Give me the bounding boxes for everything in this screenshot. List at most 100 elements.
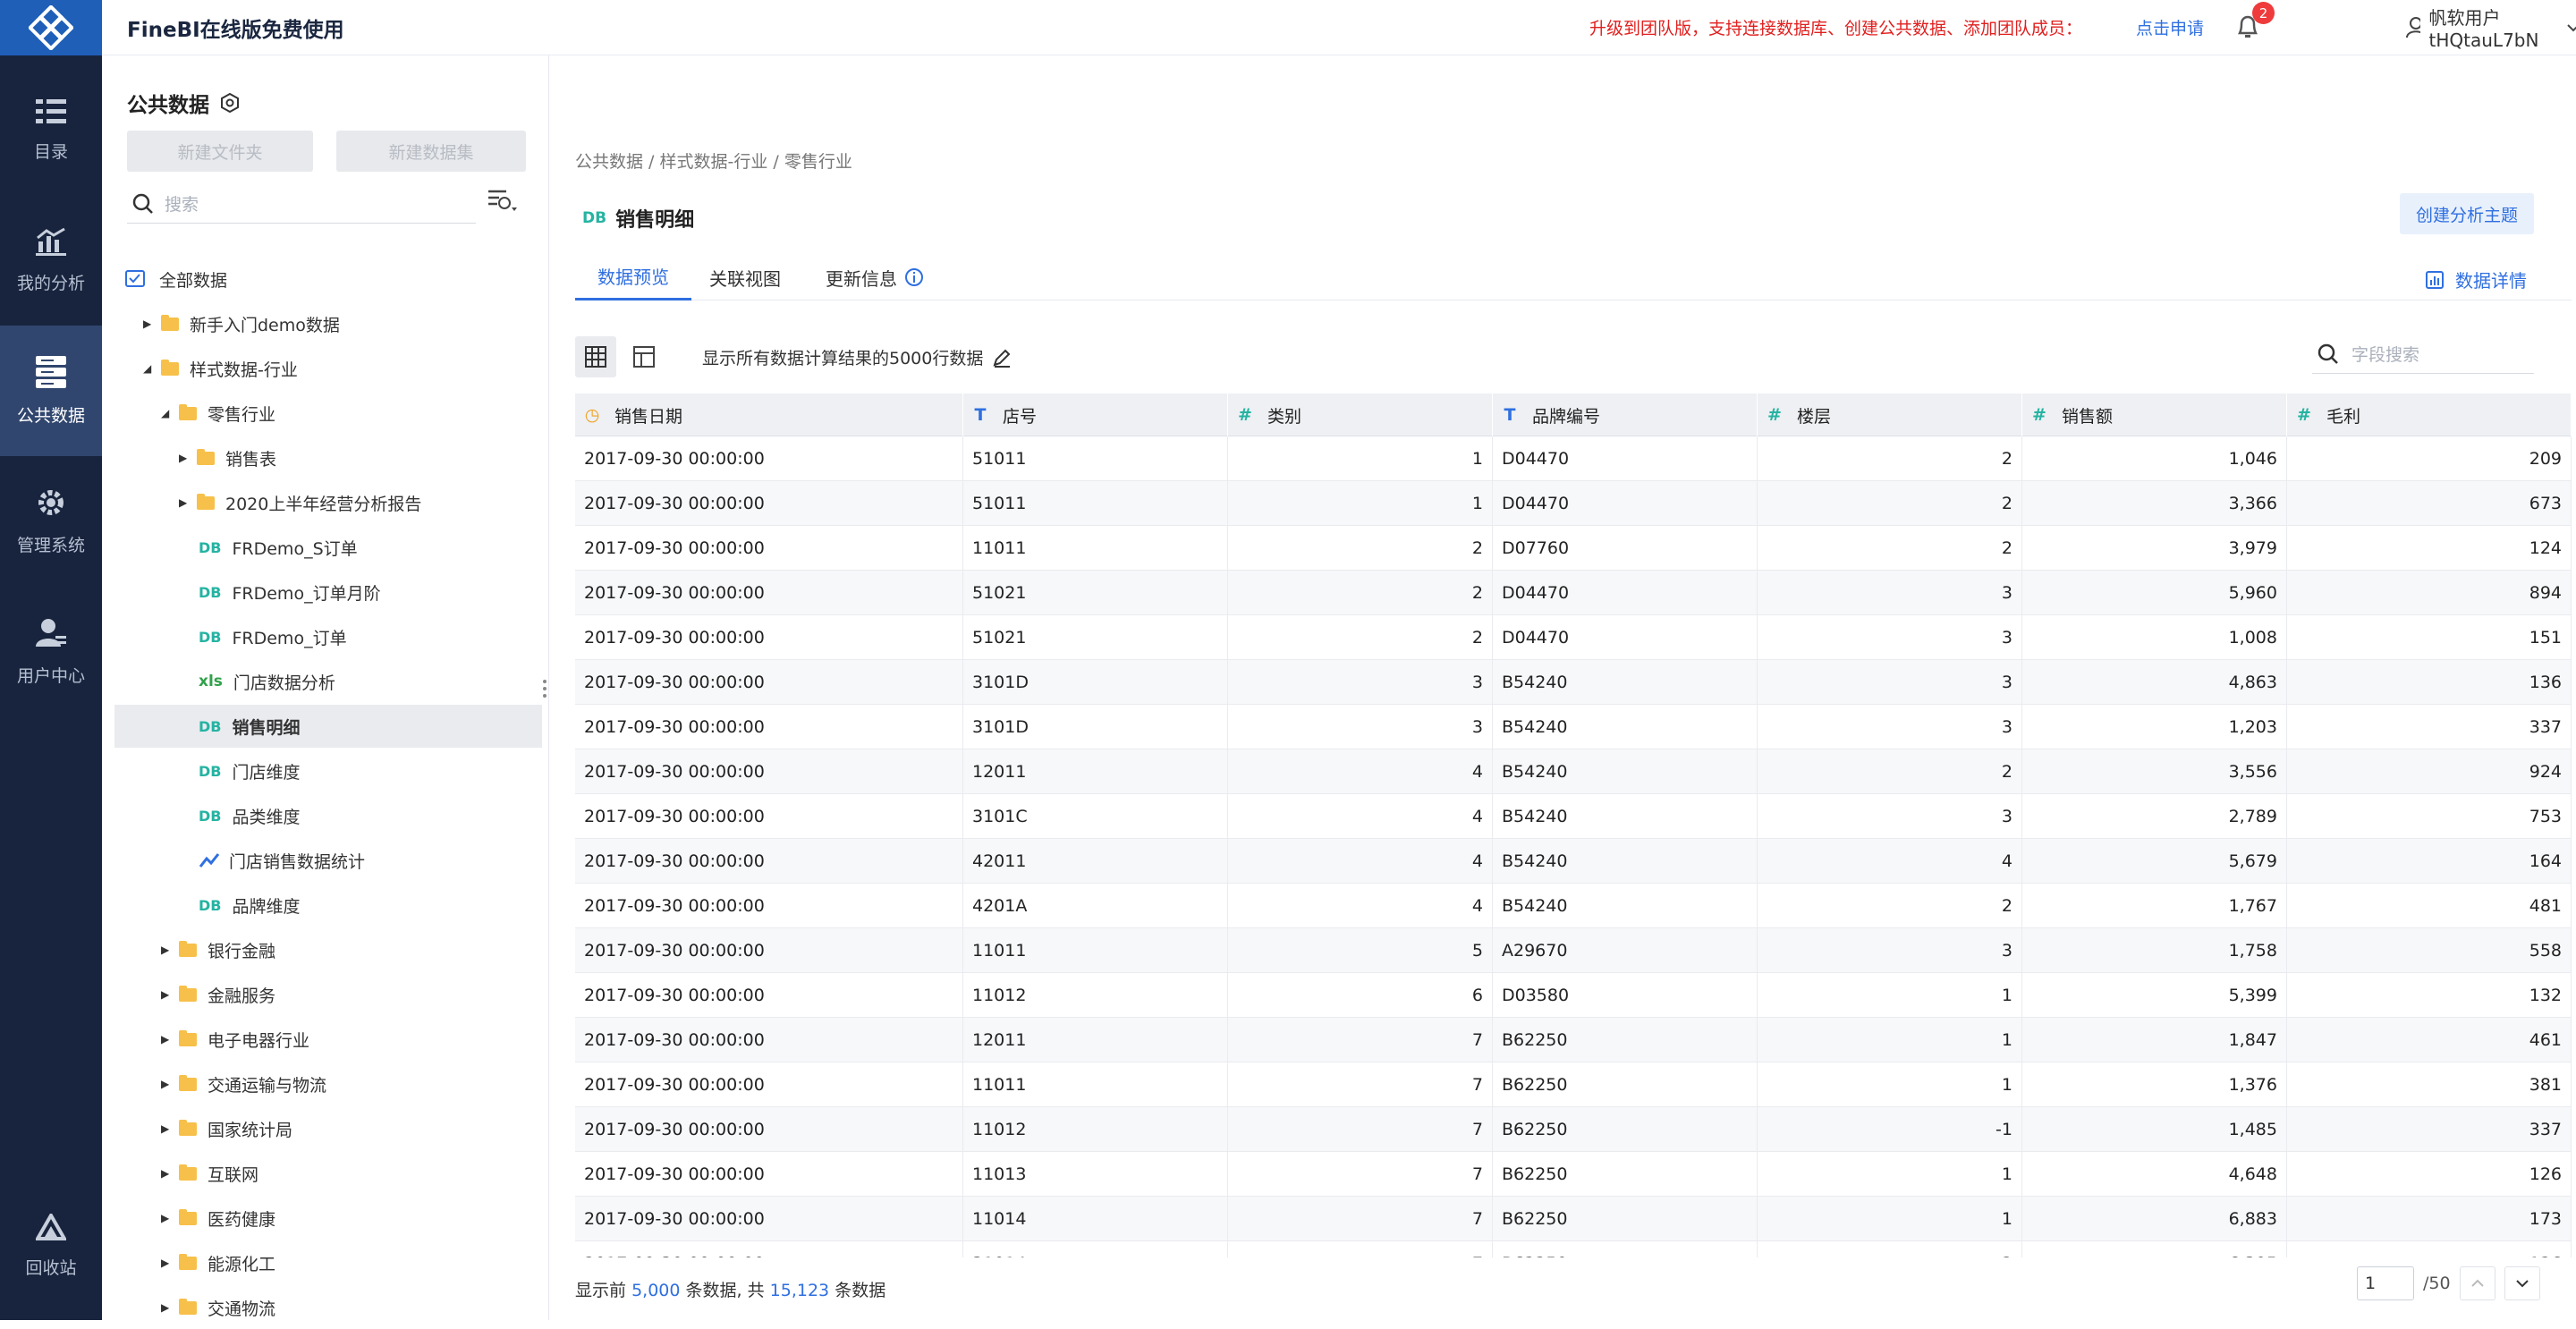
- nav-my-analysis[interactable]: 我的分析: [0, 195, 102, 326]
- table-row[interactable]: 2017-09-30 00:00:00 11011 5 A29670 3 1,758 558: [575, 928, 2572, 973]
- table-row[interactable]: 2017-09-30 00:00:00310147B6225026,395126: [575, 1241, 2572, 1257]
- table-row[interactable]: 2017-09-30 00:00:00 51021 2 D04470 3 5,960 894: [575, 571, 2572, 615]
- table-cell: 2017-09-30 00:00:00: [575, 1018, 963, 1062]
- field-view-button[interactable]: [623, 336, 665, 377]
- table-row[interactable]: 2017-09-30 00:00:00 51011 1 D04470 2 1,046 209: [575, 436, 2572, 481]
- apply-link[interactable]: 点击申请: [2136, 15, 2204, 39]
- tree-item-folder[interactable]: ▶ 电子电器行业: [161, 1018, 309, 1061]
- breadcrumb[interactable]: 公共数据 / 样式数据-行业 / 零售行业: [575, 148, 852, 173]
- tree-item-dataset[interactable]: xls 门店数据分析: [199, 660, 335, 703]
- tab-relation-view[interactable]: 关联视图: [709, 254, 781, 301]
- table-row[interactable]: 2017-09-30 00:00:00 11011 2 D07760 2 3,979 124: [575, 526, 2572, 571]
- line-chart-icon: [199, 853, 220, 868]
- tree-item-folder[interactable]: ▶ 互联网: [161, 1152, 258, 1195]
- tree-item-dataset[interactable]: DB 门店维度: [199, 749, 301, 792]
- tree-item-folder[interactable]: ▶ 国家统计局: [161, 1107, 292, 1150]
- table-cell: 7: [1228, 1062, 1493, 1107]
- tab-update-info[interactable]: 更新信息: [826, 254, 924, 301]
- table-cell: B54240: [1493, 839, 1758, 884]
- prev-page-button[interactable]: [2459, 1266, 2496, 1300]
- table-cell: D04470: [1493, 436, 1758, 481]
- column-header[interactable]: # 类别: [1228, 394, 1493, 436]
- table-row[interactable]: 2017-09-30 00:00:00 51011 1 D04470 2 3,366 673: [575, 481, 2572, 526]
- table-row[interactable]: 2017-09-30 00:00:00 12011 4 B54240 2 3,556 924: [575, 749, 2572, 794]
- column-header[interactable]: ◷ 销售日期: [575, 394, 963, 436]
- new-folder-button[interactable]: 新建文件夹: [127, 131, 313, 172]
- tree-item-folder[interactable]: ▶ 新手入门demo数据: [143, 302, 340, 345]
- table-row[interactable]: 2017-09-30 00:00:00 11011 7 B62250 1 1,376 381: [575, 1062, 2572, 1107]
- nav-catalog[interactable]: 目录: [0, 64, 102, 195]
- settings-icon[interactable]: [220, 93, 240, 113]
- field-search-input[interactable]: 字段搜索: [2312, 334, 2534, 374]
- tree-item-folder[interactable]: ▶ 医药健康: [161, 1197, 275, 1240]
- logo[interactable]: [0, 0, 102, 55]
- tree-item-folder[interactable]: ▶ 能源化工: [161, 1241, 275, 1284]
- tree-item-dataset[interactable]: DB 品牌维度: [199, 884, 301, 927]
- edit-icon[interactable]: [992, 348, 1012, 368]
- table-cell: 3: [1758, 928, 2022, 973]
- table-row[interactable]: 2017-09-30 00:00:00 11012 7 B62250 -1 1,485 33…: [575, 1107, 2572, 1152]
- tree-item-folder[interactable]: ▶ 销售表: [179, 436, 276, 479]
- tab-data-preview[interactable]: 数据预览: [575, 254, 691, 301]
- tree-item-dataset-selected[interactable]: DB 销售明细: [114, 705, 542, 748]
- nav-recycle-bin[interactable]: 回收站: [0, 1181, 102, 1311]
- tree-item-folder[interactable]: ▶ 金融服务: [161, 973, 275, 1016]
- column-header[interactable]: # 毛利: [2287, 394, 2572, 436]
- table-cell: 481: [2287, 884, 2572, 928]
- table-cell: B54240: [1493, 884, 1758, 928]
- table-row[interactable]: 2017-09-30 00:00:00 3101D 3 B54240 3 4,863 136: [575, 660, 2572, 705]
- table-cell: 173: [2287, 1197, 2572, 1241]
- table-cell: 6,883: [2022, 1197, 2287, 1241]
- tree-item-dataset[interactable]: DB FRDemo_S订单: [199, 526, 358, 569]
- tree-search-input[interactable]: 搜索: [127, 184, 476, 224]
- tree-item-dataset[interactable]: DB 品类维度: [199, 794, 301, 837]
- caret-right-icon: ▶: [161, 1257, 170, 1269]
- page-title: DB 销售明细: [582, 204, 694, 233]
- table-row[interactable]: 2017-09-30 00:00:00 4201A 4 B54240 2 1,767 481: [575, 884, 2572, 928]
- tree-item-folder[interactable]: ▶ 交通物流: [161, 1286, 275, 1329]
- table-cell: 894: [2287, 571, 2572, 615]
- new-dataset-button[interactable]: 新建数据集: [336, 131, 526, 172]
- tree-item-folder[interactable]: ◢ 零售行业: [161, 392, 275, 435]
- table-row[interactable]: 2017-09-30 00:00:00 11013 7 B62250 1 4,648 126: [575, 1152, 2572, 1197]
- tree-item-folder[interactable]: ▶ 银行金融: [161, 928, 275, 971]
- nav-user-center[interactable]: 用户中心: [0, 587, 102, 717]
- filter-icon[interactable]: [487, 188, 519, 215]
- table-row[interactable]: 2017-09-30 00:00:00 3101D 3 B54240 3 1,203 337: [575, 705, 2572, 749]
- page-input[interactable]: 1: [2357, 1266, 2414, 1300]
- table-cell: 2017-09-30 00:00:00: [575, 526, 963, 571]
- column-header[interactable]: T 品牌编号: [1493, 394, 1758, 436]
- data-detail-link[interactable]: 数据详情: [2425, 267, 2527, 292]
- table-row[interactable]: 2017-09-30 00:00:00 42011 4 B54240 4 5,679 164: [575, 839, 2572, 884]
- table-row[interactable]: 2017-09-30 00:00:00 11012 6 D03580 1 5,399 132: [575, 973, 2572, 1018]
- nav-admin[interactable]: 管理系统: [0, 456, 102, 587]
- next-page-button[interactable]: [2504, 1266, 2540, 1300]
- create-analysis-button[interactable]: 创建分析主题: [2400, 193, 2535, 234]
- table-cell: 3,366: [2022, 481, 2287, 526]
- table-row[interactable]: 2017-09-30 00:00:00 51021 2 D04470 3 1,008 151: [575, 615, 2572, 660]
- tree-item-dataset[interactable]: DB FRDemo_订单月阶: [199, 571, 381, 614]
- table-row[interactable]: 2017-09-30 00:00:00 12011 7 B62250 1 1,847 461: [575, 1018, 2572, 1062]
- folder-icon: [179, 985, 197, 1002]
- tree-item-folder[interactable]: ◢ 样式数据-行业: [143, 347, 298, 390]
- nav-public-data[interactable]: 公共数据: [0, 326, 102, 456]
- column-header[interactable]: # 楼层: [1758, 394, 2022, 436]
- user-menu[interactable]: 帆软用户tHQtauL7bN: [2406, 4, 2576, 51]
- table-view-button[interactable]: [575, 336, 616, 377]
- caret-down-icon: ◢: [161, 407, 170, 419]
- table-cell: 3: [1758, 794, 2022, 839]
- tree-item-all-data[interactable]: 全部数据: [125, 258, 227, 301]
- tree-item-folder[interactable]: ▶ 交通运输与物流: [161, 1062, 326, 1105]
- tree-item-dataset[interactable]: DB FRDemo_订单: [199, 615, 347, 658]
- column-header[interactable]: # 销售额: [2022, 394, 2287, 436]
- info-icon[interactable]: [904, 267, 924, 287]
- tree-item-folder[interactable]: ▶ 2020上半年经营分析报告: [179, 481, 421, 524]
- table-cell: B62250: [1493, 1018, 1758, 1062]
- table-row[interactable]: 2017-09-30 00:00:00 3101C 4 B54240 3 2,789 753: [575, 794, 2572, 839]
- table-cell: D04470: [1493, 571, 1758, 615]
- tree-item-dataset[interactable]: 门店销售数据统计: [199, 839, 365, 882]
- column-header[interactable]: T 店号: [963, 394, 1228, 436]
- table-cell: 4,863: [2022, 660, 2287, 705]
- num-type-icon: #: [2297, 405, 2311, 425]
- table-row[interactable]: 2017-09-30 00:00:00 11014 7 B62250 1 6,883 173: [575, 1197, 2572, 1241]
